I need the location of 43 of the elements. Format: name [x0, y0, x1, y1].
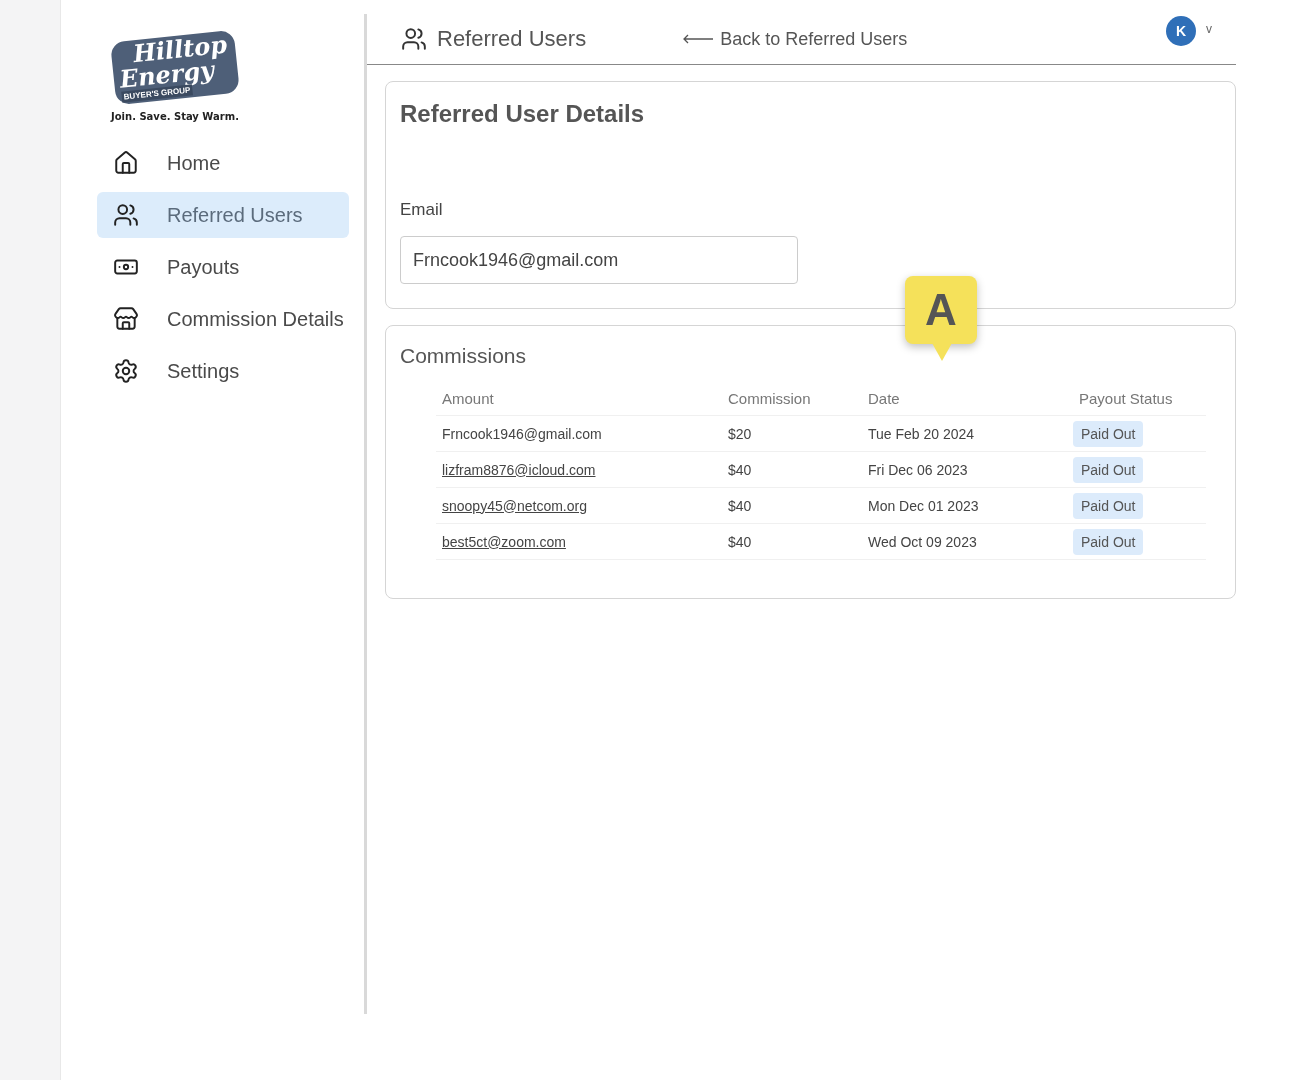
sidebar-item[interactable]: Payouts — [97, 244, 349, 290]
sidebar-item[interactable]: Settings — [97, 348, 349, 394]
users-icon — [401, 26, 427, 52]
table-cell: Mon Dec 01 2023 — [862, 487, 1073, 524]
column-header: Commission — [722, 390, 862, 416]
email-link[interactable]: best5ct@zoom.com — [442, 533, 566, 550]
home-icon — [113, 150, 139, 176]
column-header: Payout Status — [1073, 390, 1206, 416]
status-badge: Paid Out — [1073, 420, 1144, 447]
table-cell: Tue Feb 20 2024 — [862, 415, 1073, 452]
email-link[interactable]: lizfram8876@icloud.com — [442, 461, 596, 478]
table-cell: Fri Dec 06 2023 — [862, 451, 1073, 488]
back-link[interactable]: Back to Referred Users — [682, 28, 908, 50]
table-cell: $40 — [722, 523, 862, 560]
table-cell: $20 — [722, 415, 862, 452]
arrow-left-icon — [682, 34, 715, 44]
marker-pointer — [932, 343, 952, 361]
status-badge: Paid Out — [1073, 528, 1144, 555]
storefront-icon — [113, 306, 139, 332]
column-header: Amount — [436, 390, 722, 416]
card-title: Referred User Details — [400, 100, 646, 128]
column-header: Date — [862, 390, 1073, 416]
annotation-marker: A — [905, 276, 977, 344]
email-link[interactable]: snoopy45@netcom.org — [442, 497, 587, 514]
tagline: Join. Save. Stay Warm. — [111, 111, 239, 122]
users-icon — [113, 202, 139, 228]
section-title: Commissions — [400, 344, 527, 368]
status-badge: Paid Out — [1073, 456, 1144, 483]
avatar[interactable]: K — [1166, 16, 1196, 46]
settings-icon — [113, 358, 139, 384]
table-cell: Wed Oct 09 2023 — [862, 523, 1073, 560]
field-label: Email — [400, 200, 444, 220]
table-cell: $40 — [722, 487, 862, 524]
sidebar-item[interactable]: Referred Users — [97, 192, 349, 238]
logo: Hilltop Energy BUYER'S GROUP — [110, 29, 240, 106]
sidebar-item[interactable]: Commission Details — [97, 296, 349, 342]
table-cell: $40 — [722, 451, 862, 488]
sidebar-item[interactable]: Home — [97, 140, 349, 186]
page-title: Referred Users — [437, 26, 587, 52]
status-badge: Paid Out — [1073, 492, 1144, 519]
email-text: Frncook1946@gmail.com — [442, 425, 602, 442]
menu-caret[interactable]: v — [1206, 22, 1212, 36]
email-field[interactable]: Frncook1946@gmail.com — [400, 236, 798, 284]
